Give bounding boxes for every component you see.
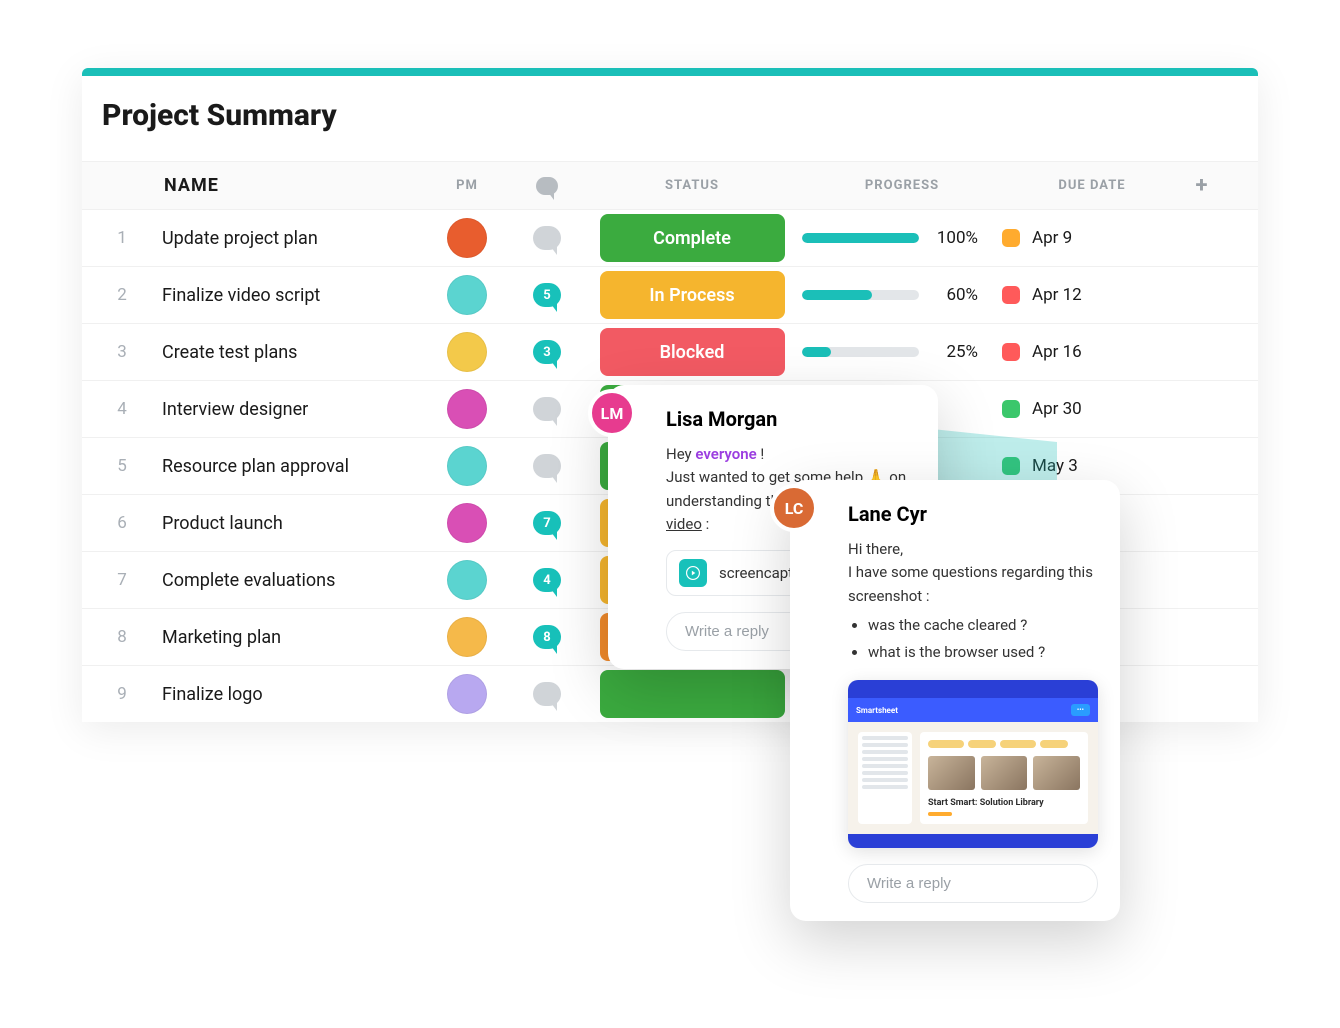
header-progress: PROGRESS [802, 178, 1002, 193]
add-column-button[interactable]: + [1182, 173, 1222, 198]
task-name[interactable]: Update project plan [162, 228, 422, 249]
pm-avatar[interactable] [447, 674, 487, 714]
question-item: what is the browser used ? [868, 641, 1098, 664]
task-name[interactable]: Finalize video script [162, 285, 422, 306]
header-status: STATUS [582, 178, 802, 193]
accent-bar [82, 68, 1258, 76]
row-index: 4 [82, 399, 162, 419]
due-date: Apr 16 [1032, 342, 1082, 362]
table-row[interactable]: 2Finalize video script 5 In Process 60% Apr … [82, 266, 1258, 323]
pm-avatar[interactable] [447, 617, 487, 657]
comment-bubble[interactable] [533, 226, 561, 250]
task-name[interactable]: Interview designer [162, 399, 422, 420]
pm-avatar[interactable] [447, 332, 487, 372]
preview-cta: ••• [1071, 704, 1090, 716]
reply-input[interactable] [848, 864, 1098, 903]
comment-bubble[interactable]: 3 [533, 340, 561, 364]
comment-bubble-icon [536, 177, 558, 195]
task-name[interactable]: Product launch [162, 513, 422, 534]
status-pill[interactable] [600, 670, 785, 718]
pm-avatar[interactable] [447, 503, 487, 543]
avatar: LC [770, 484, 818, 532]
comment-bubble[interactable]: 7 [533, 511, 561, 535]
comment-popup-lane: LC Lane Cyr Hi there, I have some questi… [790, 480, 1120, 921]
task-name[interactable]: Finalize logo [162, 684, 422, 705]
pm-avatar[interactable] [447, 389, 487, 429]
row-index: 5 [82, 456, 162, 476]
comment-bubble[interactable]: 4 [533, 568, 561, 592]
pm-avatar[interactable] [447, 446, 487, 486]
header-name: NAME [162, 175, 422, 196]
comment-author: Lane Cyr [848, 502, 1098, 526]
row-index: 7 [82, 570, 162, 590]
progress-label: 60% [931, 285, 978, 305]
due-date: May 3 [1032, 456, 1078, 476]
due-status-dot [1002, 286, 1020, 304]
attachment-name: screencapt [719, 564, 793, 582]
due-status-dot [1002, 229, 1020, 247]
pm-avatar[interactable] [447, 275, 487, 315]
comment-bubble[interactable] [533, 397, 561, 421]
pm-avatar[interactable] [447, 218, 487, 258]
status-pill[interactable]: In Process [600, 271, 785, 319]
preview-brand: Smartsheet [856, 706, 898, 715]
mention[interactable]: everyone [695, 445, 756, 463]
task-name[interactable]: Complete evaluations [162, 570, 422, 591]
task-name[interactable]: Resource plan approval [162, 456, 422, 477]
video-link[interactable]: video [666, 515, 702, 533]
comment-bubble[interactable]: 5 [533, 283, 561, 307]
comment-body: Hi there, I have some questions regardin… [848, 538, 1098, 664]
question-item: was the cache cleared ? [868, 614, 1098, 637]
due-status-dot [1002, 343, 1020, 361]
table-row[interactable]: 3Create test plans3Blocked25%Apr 16 [82, 323, 1258, 380]
due-date: Apr 12 [1032, 285, 1082, 305]
play-icon [679, 559, 707, 587]
row-index: 8 [82, 627, 162, 647]
status-pill[interactable]: Complete [600, 214, 785, 262]
comment-author: Lisa Morgan [666, 407, 916, 431]
due-date: Apr 9 [1032, 228, 1072, 248]
header-comments-icon [512, 177, 582, 195]
comment-bubble[interactable] [533, 454, 561, 478]
avatar: LM [588, 389, 636, 437]
page-title: Project Summary [82, 76, 1258, 161]
status-pill[interactable]: Blocked [600, 328, 785, 376]
comment-bubble[interactable] [533, 682, 561, 706]
preview-caption: Start Smart: Solution Library [928, 798, 1080, 808]
progress-bar [802, 290, 919, 300]
progress-label: 25% [931, 342, 978, 362]
due-date: Apr 30 [1032, 399, 1082, 419]
progress-bar [802, 233, 919, 243]
row-index: 9 [82, 684, 162, 704]
row-index: 6 [82, 513, 162, 533]
table-row[interactable]: 1Update project plan Complete 100% Apr 9 [82, 209, 1258, 266]
task-name[interactable]: Marketing plan [162, 627, 422, 648]
table-header-row: NAME PM STATUS PROGRESS DUE DATE + [82, 161, 1258, 209]
row-index: 1 [82, 228, 162, 248]
progress-bar [802, 347, 919, 357]
pm-avatar[interactable] [447, 560, 487, 600]
header-due-date: DUE DATE [1002, 178, 1182, 193]
task-name[interactable]: Create test plans [162, 342, 422, 363]
due-status-dot [1002, 457, 1020, 475]
row-index: 3 [82, 342, 162, 362]
header-pm: PM [422, 178, 512, 193]
due-status-dot [1002, 400, 1020, 418]
comment-bubble[interactable]: 8 [533, 625, 561, 649]
row-index: 2 [82, 285, 162, 305]
progress-label: 100% [931, 228, 978, 248]
screenshot-preview[interactable]: Smartsheet ••• Start Smart: Solution Lib… [848, 680, 1098, 848]
